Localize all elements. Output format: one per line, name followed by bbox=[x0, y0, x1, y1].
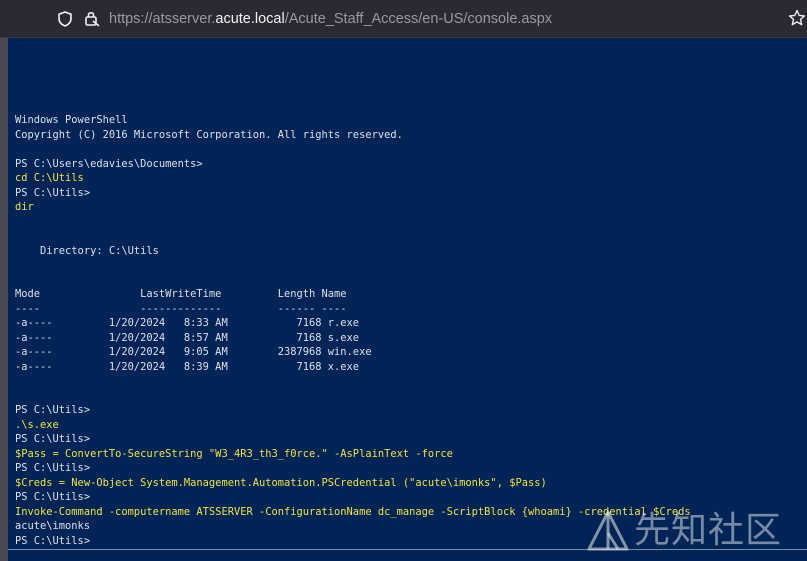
console-output-line: PS C:\Utils> bbox=[15, 491, 91, 503]
url-path: /Acute_Staff_Access/en-US/console.aspx bbox=[284, 11, 553, 27]
console-output-line: Directory: C:\Utils bbox=[15, 244, 159, 257]
console-output-line bbox=[15, 258, 691, 273]
watermark: 先知社区 bbox=[586, 507, 796, 555]
console-output-line bbox=[15, 389, 691, 404]
console-output-line: PS C:\Utils> bbox=[15, 462, 91, 474]
console-output-line: -a---- 1/20/2024 8:57 AM 7168 s.exe bbox=[15, 331, 360, 344]
console-output-line: Copyright (C) 2016 Microsoft Corporation… bbox=[15, 128, 403, 141]
console-output: Windows PowerShell Copyright (C) 2016 Mic… bbox=[15, 113, 691, 548]
browser-address-bar[interactable]: https://atsserver.acute.local/Acute_Staf… bbox=[0, 0, 807, 38]
watermark-text: 先知社区 bbox=[634, 510, 783, 551]
console-output-line bbox=[15, 215, 691, 230]
console-output-line bbox=[15, 273, 691, 288]
xianzhi-logo-icon bbox=[587, 510, 629, 551]
console-command-line: .\s.exe bbox=[15, 418, 59, 431]
console-command-line: $Pass = ConvertTo-SecureString "W3_4R3_t… bbox=[15, 447, 453, 460]
console-output-line bbox=[15, 142, 691, 157]
window-edge bbox=[0, 38, 8, 561]
console-command-line: $Creds = New-Object System.Management.Au… bbox=[15, 476, 547, 489]
console-output-line bbox=[15, 229, 691, 244]
console-output-line: PS C:\Utils> bbox=[15, 433, 91, 445]
console-output-line: -a---- 1/20/2024 8:33 AM 7168 r.exe bbox=[15, 317, 360, 329]
console-output-line: -a---- 1/20/2024 9:05 AM 2387968 win.exe bbox=[15, 346, 372, 358]
console-output-line: -a---- 1/20/2024 8:39 AM 7168 x.exe bbox=[15, 360, 360, 373]
lock-icon[interactable] bbox=[84, 10, 100, 27]
console-output-line: PS C:\Utils> bbox=[15, 404, 91, 416]
console-output-line: PS C:\Utils> bbox=[15, 186, 91, 199]
console-output-line: PS C:\Users\edavies\Documents> bbox=[15, 157, 203, 170]
star-icon[interactable] bbox=[788, 9, 806, 27]
console-output-line bbox=[15, 374, 691, 389]
console-output-line: Mode LastWriteTime Length Name bbox=[15, 288, 347, 300]
url-host: acute.local bbox=[215, 11, 285, 27]
url-prefix: https://atsserver. bbox=[109, 11, 216, 27]
console-command-line: cd C:\Utils bbox=[15, 172, 84, 184]
shield-icon[interactable] bbox=[58, 11, 72, 27]
console-output-line: Windows PowerShell bbox=[15, 114, 128, 126]
console-output-line: ---- ------------- ------ ---- bbox=[15, 302, 347, 315]
url-text[interactable]: https://atsserver.acute.local/Acute_Staf… bbox=[109, 9, 552, 29]
powershell-console[interactable]: Windows PowerShell Copyright (C) 2016 Mic… bbox=[8, 38, 807, 561]
console-command-line: dir bbox=[15, 201, 34, 213]
